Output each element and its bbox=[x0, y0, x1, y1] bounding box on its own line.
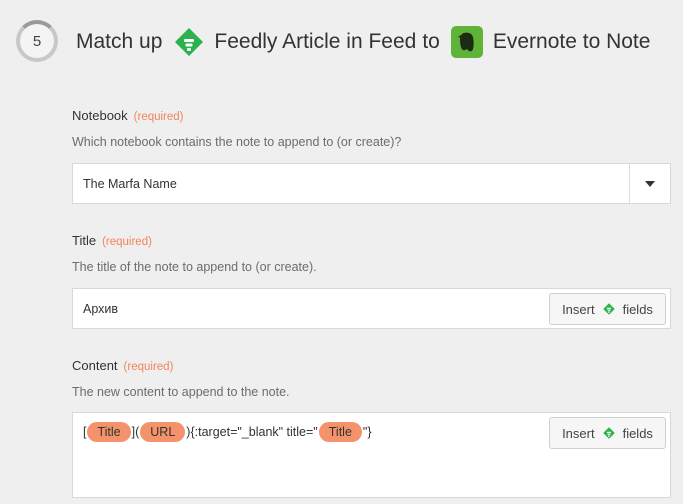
notebook-label-text: Notebook bbox=[72, 108, 128, 123]
title-label: Title (required) bbox=[72, 233, 152, 248]
content-insert-fields-button[interactable]: Insert fields bbox=[549, 417, 666, 449]
insert-label: Insert bbox=[562, 301, 595, 317]
title-help-text: The title of the note to append to (or c… bbox=[72, 260, 317, 274]
title-value: Архив bbox=[83, 302, 119, 316]
fields-label: fields bbox=[622, 425, 653, 441]
notebook-help-text: Which notebook contains the note to appe… bbox=[72, 135, 402, 149]
source-app-name: Feedly Article in Feed bbox=[214, 30, 417, 53]
step-title-connector: to bbox=[422, 30, 440, 53]
insert-label: Insert bbox=[562, 425, 595, 441]
title-insert-fields-button[interactable]: Insert fields bbox=[549, 293, 666, 325]
content-help-text: The new content to append to the note. bbox=[72, 385, 290, 399]
url-field-token[interactable]: URL bbox=[140, 422, 186, 442]
chevron-down-icon bbox=[645, 180, 655, 187]
content-label-text: Content bbox=[72, 358, 118, 373]
notebook-select[interactable]: The Marfa Name bbox=[72, 163, 671, 204]
content-required: (required) bbox=[123, 361, 174, 373]
title-field-token[interactable]: Title bbox=[318, 422, 362, 442]
notebook-value: The Marfa Name bbox=[83, 177, 177, 191]
content-text-mid2: ){:target="_blank" title=" bbox=[186, 425, 318, 439]
step-title-prefix: Match up bbox=[76, 30, 163, 53]
content-text-mid1: ]( bbox=[131, 425, 140, 439]
feedly-icon bbox=[602, 303, 615, 315]
content-text-open: [ bbox=[83, 425, 87, 439]
title-input[interactable]: Архив Insert fields bbox=[72, 288, 671, 329]
content-textarea[interactable]: [ Title ]( URL ){:target="_blank" title=… bbox=[72, 412, 671, 498]
title-required: (required) bbox=[102, 236, 152, 248]
content-label: Content (required) bbox=[72, 358, 173, 373]
notebook-required: (required) bbox=[133, 111, 184, 123]
title-field-token[interactable]: Title bbox=[87, 422, 131, 442]
step-title: Match up Feedly Article in Feed to Evern… bbox=[76, 26, 651, 58]
step-number: 5 bbox=[32, 32, 42, 50]
step-header: 5 Match up Feedly Article in Feed to Eve… bbox=[0, 0, 683, 82]
content-text-end: "} bbox=[362, 425, 372, 439]
content-value: [ Title ]( URL ){:target="_blank" title=… bbox=[83, 422, 372, 442]
feedly-icon bbox=[175, 28, 204, 56]
target-app-name: Evernote to Note bbox=[492, 30, 651, 53]
fields-label: fields bbox=[622, 301, 653, 317]
step-number-badge: 5 bbox=[16, 20, 58, 62]
evernote-icon bbox=[450, 26, 483, 58]
notebook-label: Notebook (required) bbox=[72, 108, 184, 123]
feedly-icon bbox=[602, 427, 615, 439]
notebook-dropdown-button[interactable] bbox=[629, 164, 670, 203]
title-label-text: Title bbox=[72, 233, 97, 248]
